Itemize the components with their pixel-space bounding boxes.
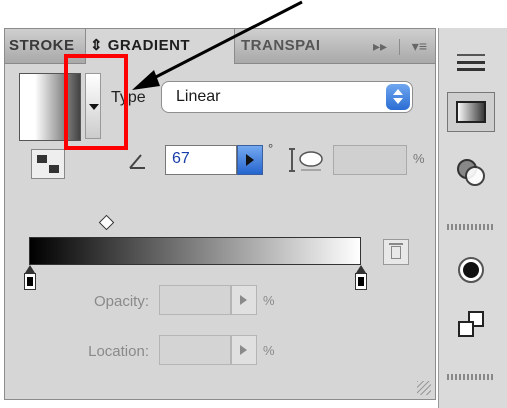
opacity-unit: % xyxy=(263,293,275,308)
trash-icon-body xyxy=(391,246,401,259)
aspect-ratio-icon xyxy=(289,148,323,172)
gradient-panel-icon[interactable] xyxy=(447,92,495,132)
type-select-value: Linear xyxy=(176,88,221,105)
location-input[interactable] xyxy=(159,335,231,365)
opacity-label: Opacity: xyxy=(93,293,149,310)
type-select[interactable]: Linear xyxy=(161,81,413,113)
play-icon xyxy=(240,295,247,305)
angle-input[interactable]: 67 xyxy=(165,145,237,175)
resize-grip-icon[interactable] xyxy=(417,381,431,395)
gradient-stop-left[interactable] xyxy=(24,265,36,291)
transparency-panel-icon[interactable] xyxy=(447,152,495,192)
stop-color xyxy=(27,277,33,286)
location-unit: % xyxy=(263,343,275,358)
angle-stepper[interactable] xyxy=(237,145,263,175)
tab-transparency[interactable]: TRANSPARENCY xyxy=(237,29,319,63)
location-label: Location: xyxy=(88,343,149,360)
location-stepper[interactable] xyxy=(231,335,257,365)
divider xyxy=(398,39,400,56)
aspect-unit: % xyxy=(413,151,425,166)
opacity-stepper[interactable] xyxy=(231,285,257,315)
reverse-icon xyxy=(37,155,47,163)
layers-panel-icon[interactable] xyxy=(447,304,495,344)
reverse-gradient-button[interactable] xyxy=(31,149,65,179)
trash-icon xyxy=(389,243,403,245)
panel-menu-icon[interactable]: ▾≡ xyxy=(412,38,427,54)
double-chevron-right-icon[interactable]: ▸▸ xyxy=(373,38,387,54)
degree-symbol: ° xyxy=(268,141,274,156)
annotation-highlight-box xyxy=(64,54,128,150)
gradient-midpoint-handle[interactable] xyxy=(98,214,115,231)
delete-stop-button[interactable] xyxy=(383,239,409,265)
opacity-input[interactable] xyxy=(159,285,231,315)
reverse-icon-part xyxy=(49,165,59,173)
play-icon xyxy=(246,154,254,166)
dock-separator xyxy=(447,374,495,380)
panel-controls: ▸▸ ▾≡ xyxy=(373,29,427,63)
angle-icon xyxy=(129,154,145,169)
panel-grip-icon[interactable] xyxy=(447,44,495,84)
dock-separator xyxy=(447,224,495,230)
appearance-panel-icon[interactable] xyxy=(447,250,495,290)
select-arrows-icon xyxy=(386,84,410,110)
stop-color xyxy=(358,277,364,286)
gradient-stop-right[interactable] xyxy=(355,265,367,291)
play-icon xyxy=(240,345,247,355)
panel-dock xyxy=(438,28,507,408)
aspect-ratio-input[interactable] xyxy=(333,145,407,175)
gradient-slider[interactable] xyxy=(29,237,361,265)
